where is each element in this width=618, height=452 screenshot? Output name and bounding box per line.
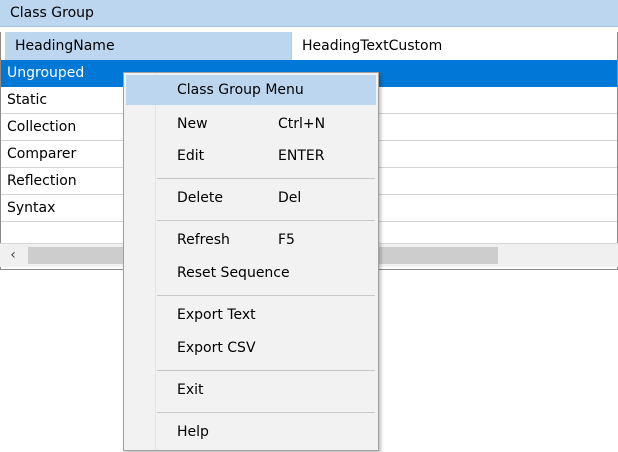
menu-separator (157, 370, 375, 371)
menu-item-label: Reset Sequence (177, 265, 290, 281)
menu-item-label: New (177, 116, 208, 132)
menu-item-delete[interactable]: Delete Del (126, 183, 376, 213)
menu-item-export-text[interactable]: Export Text (126, 300, 376, 330)
menu-item-exit[interactable]: Exit (126, 375, 376, 405)
column-header-heading-name[interactable]: HeadingName (5, 32, 292, 60)
menu-separator (157, 295, 375, 296)
context-menu[interactable]: Class Group Menu New Ctrl+N Edit ENTER D… (123, 72, 379, 451)
menu-item-label: Edit (177, 148, 205, 164)
menu-item-refresh[interactable]: Refresh F5 (126, 225, 376, 255)
column-header-heading-text-custom[interactable]: HeadingTextCustom (292, 32, 617, 60)
window-title-bar: Class Group (0, 0, 618, 27)
menu-item-shortcut: ENTER (278, 148, 325, 164)
menu-item-edit[interactable]: Edit ENTER (126, 141, 376, 171)
menu-item-label: Refresh (177, 232, 230, 248)
menu-separator (157, 412, 375, 413)
menu-separator (157, 178, 375, 179)
window-title: Class Group (10, 5, 94, 21)
menu-item-shortcut: Del (278, 190, 302, 206)
menu-item-reset-sequence[interactable]: Reset Sequence (126, 258, 376, 288)
menu-item-label: Delete (177, 190, 223, 206)
menu-item-export-csv[interactable]: Export CSV (126, 333, 376, 363)
menu-item-label: Export Text (177, 307, 256, 323)
grid-header-row: HeadingName HeadingTextCustom (1, 32, 617, 60)
menu-item-new[interactable]: New Ctrl+N (126, 109, 376, 139)
menu-title: Class Group Menu (126, 75, 376, 105)
menu-item-label: Exit (177, 382, 204, 398)
scroll-left-icon[interactable]: ‹ (4, 245, 22, 265)
menu-item-label: Help (177, 424, 209, 440)
menu-separator (157, 220, 375, 221)
menu-item-label: Export CSV (177, 340, 256, 356)
menu-item-help[interactable]: Help (126, 417, 376, 447)
menu-item-shortcut: F5 (278, 232, 295, 248)
menu-item-shortcut: Ctrl+N (278, 116, 326, 132)
